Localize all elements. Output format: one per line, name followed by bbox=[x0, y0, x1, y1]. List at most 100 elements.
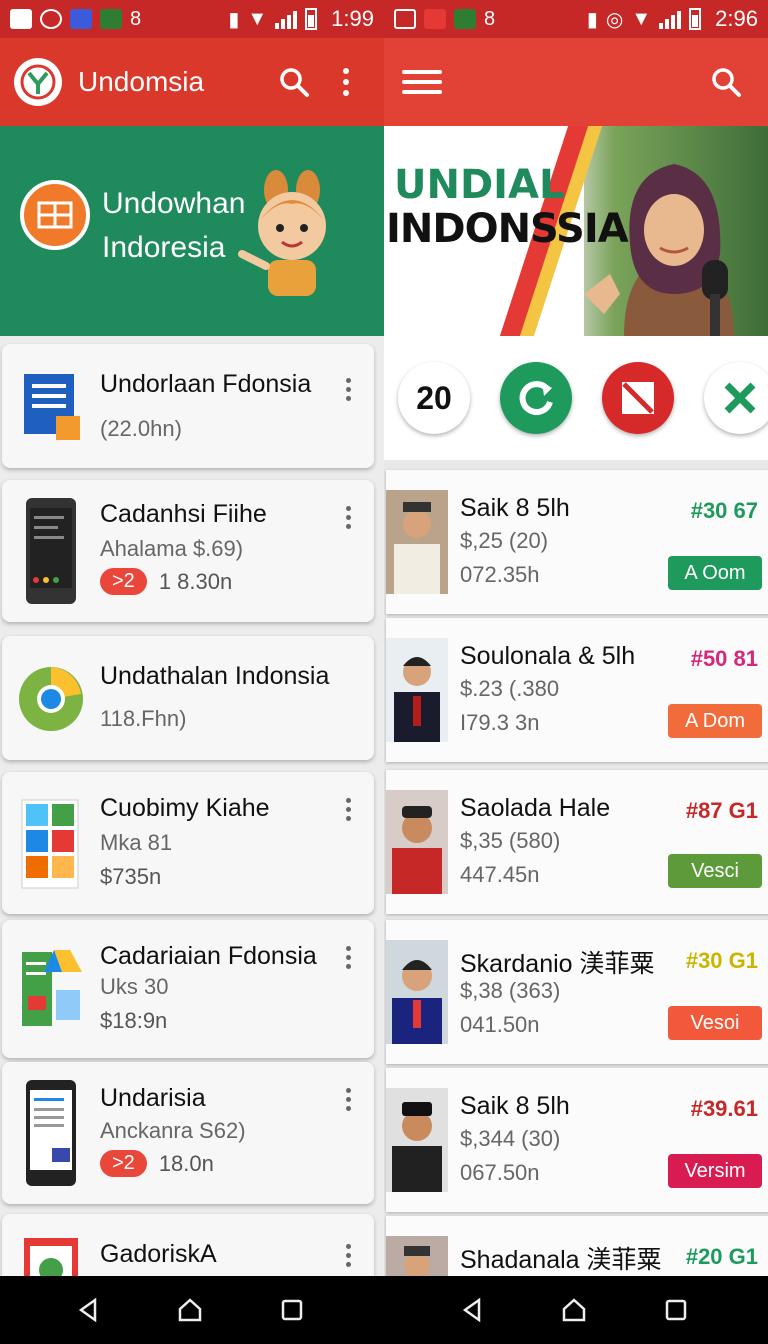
list-item[interactable]: Saik 8 5lh $,25 (20) 072.35h #30 67 A Oo… bbox=[386, 470, 768, 614]
more-options-button[interactable] bbox=[322, 58, 370, 106]
app-title: Undomsia bbox=[78, 66, 205, 97]
home-button[interactable] bbox=[170, 1290, 210, 1330]
refresh-button[interactable] bbox=[500, 362, 572, 434]
item-price: #87 G1 bbox=[685, 798, 758, 823]
item-title: Cuobimy Kiahe bbox=[100, 794, 270, 822]
signal-icon bbox=[659, 9, 682, 29]
item-meta: $18:9n bbox=[100, 1008, 168, 1033]
vibrate-icon: ▮ bbox=[586, 8, 598, 31]
menu-button[interactable] bbox=[402, 62, 442, 102]
item-price: #50 81 bbox=[690, 646, 758, 671]
item-action-button[interactable]: A Dom bbox=[668, 704, 762, 738]
item-meta: I79.3 3n bbox=[460, 710, 540, 735]
item-meta: 1 8.30n bbox=[158, 568, 233, 594]
block-button[interactable] bbox=[602, 362, 674, 434]
list-item[interactable]: Cadanhsi Fiihe Ahalama $.69) >2 1 8.30n bbox=[2, 480, 374, 622]
search-button[interactable] bbox=[270, 58, 318, 106]
item-menu-button[interactable] bbox=[336, 1084, 360, 1114]
battery-icon bbox=[305, 8, 318, 30]
list-item[interactable]: Skardanio 渼菲粟 $,38 (363) 041.50n #30 G1 … bbox=[386, 920, 768, 1064]
close-button[interactable] bbox=[704, 362, 768, 434]
speaker-photo bbox=[584, 164, 734, 336]
list-item[interactable]: Soulonala & 5lh $.23 (.380 I79.3 3n #50 … bbox=[386, 618, 768, 762]
status-bar-right: 8 ▮ ◎ ▼ 2:96 bbox=[384, 0, 768, 38]
item-title: Undorlaan Fdonsia bbox=[100, 370, 312, 398]
item-menu-button[interactable] bbox=[336, 374, 360, 404]
recents-icon bbox=[281, 1299, 303, 1321]
item-price: #39.61 bbox=[690, 1096, 758, 1121]
list-item[interactable]: Shadanala 渼菲粟 #20 G1 bbox=[386, 1216, 768, 1276]
list-item[interactable]: Undathalan Indonsia 118.Fhn) bbox=[2, 636, 374, 760]
item-menu-button[interactable] bbox=[336, 1240, 360, 1270]
item-action-button[interactable]: Vesoi bbox=[668, 1006, 762, 1040]
item-price: #30 G1 bbox=[685, 948, 758, 973]
item-action-button[interactable]: Vesci bbox=[668, 854, 762, 888]
item-name: Saik 8 5lh bbox=[460, 494, 570, 522]
phone-app-icon bbox=[26, 1080, 76, 1186]
item-title: Undathalan Indonsia bbox=[100, 662, 330, 690]
home-button[interactable] bbox=[554, 1290, 594, 1330]
sync-icon bbox=[40, 9, 62, 29]
item-meta: 18.0n bbox=[158, 1150, 214, 1176]
hero-banner[interactable]: UNDIAL INDONSSIA bbox=[384, 126, 768, 336]
item-menu-button[interactable] bbox=[336, 502, 360, 532]
item-price: #20 G1 bbox=[685, 1244, 758, 1269]
recents-button[interactable] bbox=[656, 1290, 696, 1330]
banner-title: UNDIAL bbox=[394, 162, 565, 208]
item-subtitle: 118.Fhn) bbox=[100, 706, 187, 731]
item-subtitle: Uks 30 bbox=[100, 974, 169, 999]
avatar bbox=[386, 638, 448, 742]
item-title: Cadanhsi Fiihe bbox=[100, 500, 267, 528]
item-name: Soulonala & 5lh bbox=[460, 642, 636, 670]
hero-banner[interactable]: Undowhan Indoresia bbox=[0, 126, 384, 336]
recents-icon bbox=[665, 1299, 687, 1321]
recents-button[interactable] bbox=[272, 1290, 312, 1330]
list-item[interactable]: Cuobimy Kiahe Mka 81 $735n bbox=[2, 772, 374, 914]
list-item[interactable]: GadoriskA bbox=[2, 1214, 374, 1276]
grid-badge-icon bbox=[20, 180, 90, 250]
list-item[interactable]: Saolada Hale $,35 (580) 447.45n #87 G1 V… bbox=[386, 770, 768, 914]
list-item[interactable]: Undorlaan Fdonsia (22.0hn) bbox=[2, 344, 374, 468]
wifi-icon: ▼ bbox=[247, 7, 268, 30]
item-subtitle: $,25 (20) bbox=[460, 528, 549, 553]
item-meta: $735n bbox=[100, 864, 162, 889]
notification-icon bbox=[10, 9, 32, 29]
app-icon bbox=[70, 9, 92, 29]
hero-title: Undowhan Indoresia bbox=[102, 187, 246, 264]
item-meta: 067.50n bbox=[460, 1160, 540, 1185]
back-button[interactable] bbox=[68, 1290, 108, 1330]
item-subtitle: Anckanra S62) bbox=[100, 1118, 246, 1143]
item-subtitle: (22.0hn) bbox=[100, 416, 182, 441]
item-subtitle: Mka 81 bbox=[100, 830, 173, 855]
system-nav-bar bbox=[0, 1276, 768, 1344]
avatar bbox=[386, 790, 448, 894]
item-menu-button[interactable] bbox=[336, 942, 360, 972]
app-bar: Undomsia bbox=[0, 38, 384, 126]
close-icon bbox=[724, 382, 756, 414]
wifi-icon: ▼ bbox=[631, 7, 652, 30]
back-button[interactable] bbox=[452, 1290, 492, 1330]
back-icon bbox=[462, 1297, 481, 1323]
search-button[interactable] bbox=[702, 58, 750, 106]
document-app-icon bbox=[24, 374, 80, 440]
item-subtitle: $,35 (580) bbox=[460, 828, 561, 853]
app-bar bbox=[384, 38, 768, 126]
search-icon bbox=[280, 68, 309, 97]
item-subtitle: $,344 (30) bbox=[460, 1126, 561, 1151]
item-menu-button[interactable] bbox=[336, 794, 360, 824]
list-item[interactable]: Saik 8 5lh $,344 (30) 067.50n #39.61 Ver… bbox=[386, 1068, 768, 1212]
count-button[interactable]: 20 bbox=[398, 362, 470, 434]
item-name: Saolada Hale bbox=[460, 794, 611, 822]
flash-icon bbox=[424, 9, 446, 29]
list-item[interactable]: Undarisia Anckanra S62) >2 18.0n bbox=[2, 1062, 374, 1204]
block-icon bbox=[622, 382, 654, 414]
home-icon bbox=[178, 1298, 202, 1322]
item-action-button[interactable]: A Oom bbox=[668, 556, 762, 590]
list-item[interactable]: Cadariaian Fdonsia Uks 30 $18:9n bbox=[2, 920, 374, 1058]
right-panel: UNDIAL INDONSSIA 20 Saik 8 5lh $,25 (20)… bbox=[384, 38, 768, 1276]
status-badge: >2 bbox=[100, 1150, 147, 1177]
back-icon bbox=[78, 1297, 97, 1323]
item-action-button[interactable]: Versim bbox=[668, 1154, 762, 1188]
vibrate-icon: ▮ bbox=[228, 8, 240, 31]
status-bar-left: 8 ▮ ▼ 1:99 bbox=[0, 0, 384, 38]
